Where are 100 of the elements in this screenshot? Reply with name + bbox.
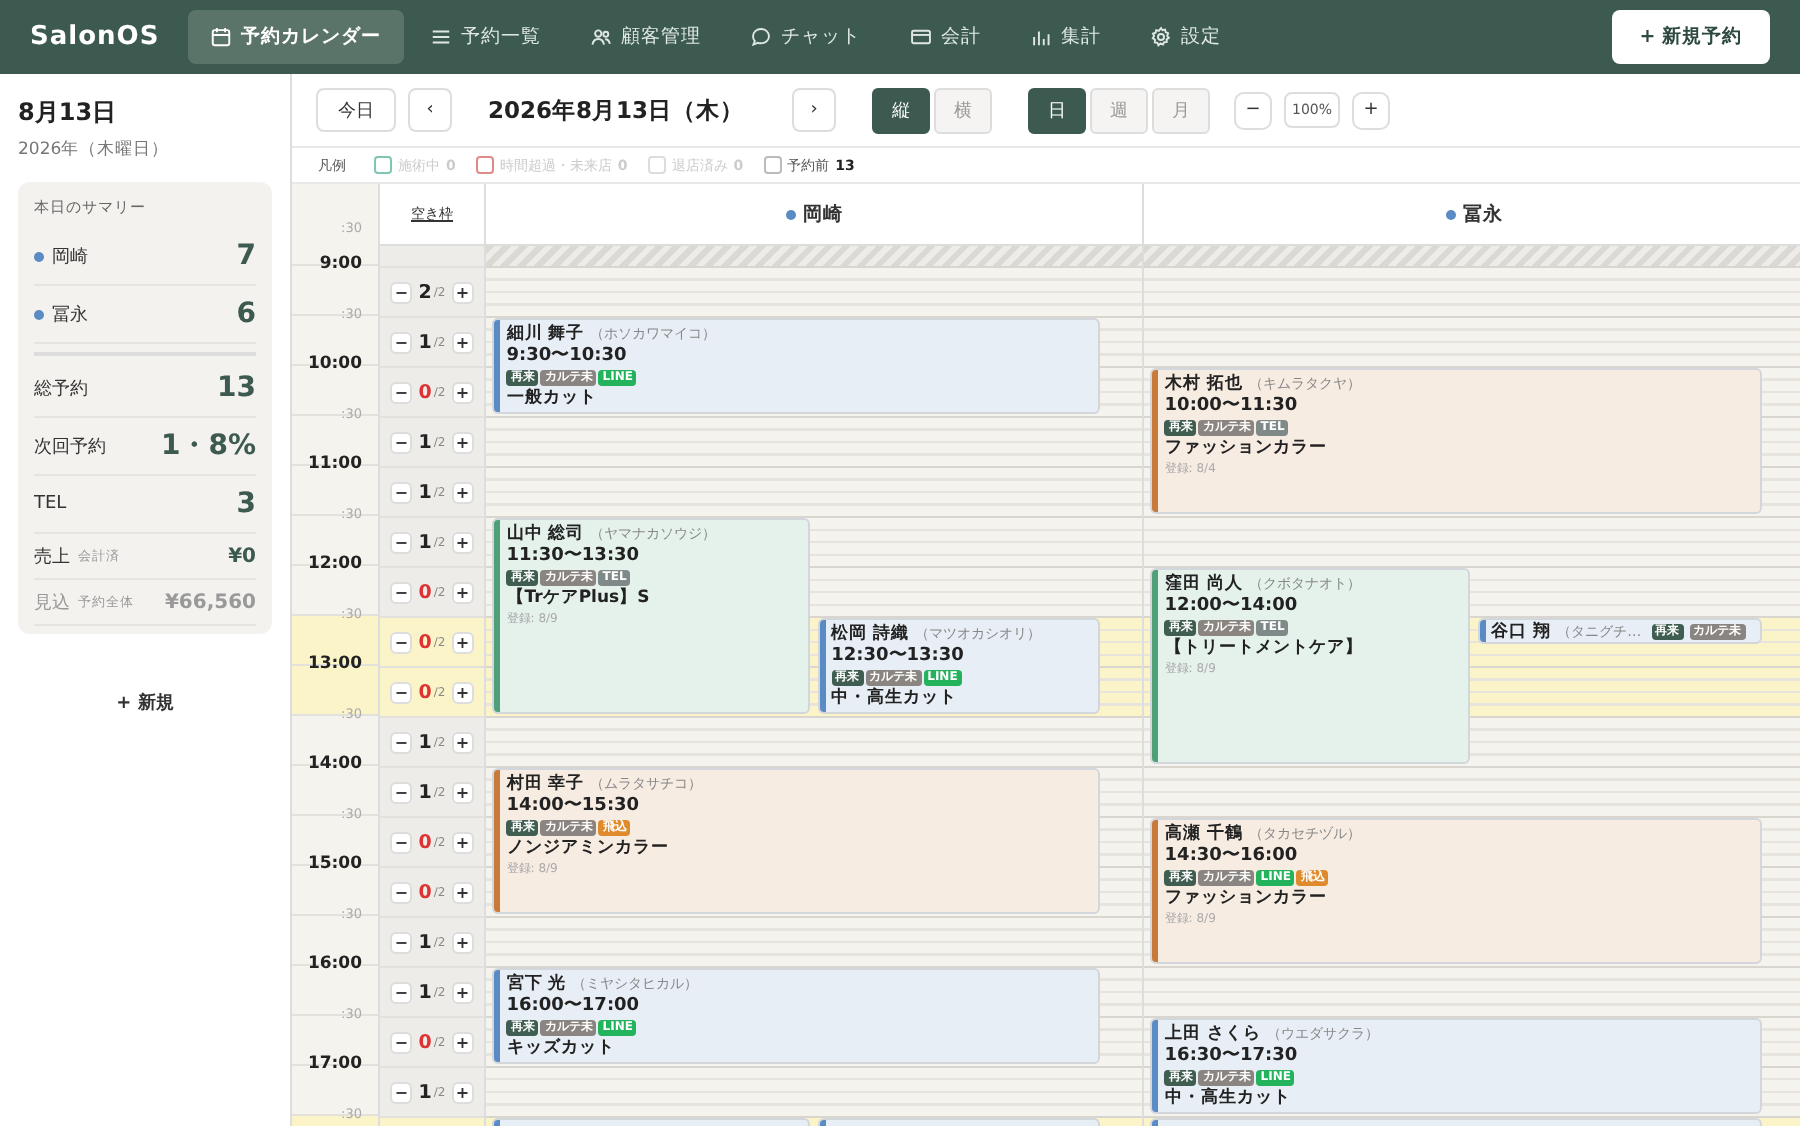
nav-tab[interactable]: 予約カレンダー xyxy=(187,10,404,64)
customer-name: 細川 舞子 xyxy=(506,324,585,344)
card-icon xyxy=(909,26,932,48)
stat-value: 13 xyxy=(217,372,256,404)
increase-button[interactable]: + xyxy=(451,731,474,753)
vacancy-count: 0 xyxy=(418,831,432,853)
increase-button[interactable]: + xyxy=(451,281,474,303)
service-menu: 中・高生カット xyxy=(1164,1088,1752,1108)
vacancy-count: 1 xyxy=(418,781,432,803)
appointment-time: 12:30〜13:30 xyxy=(831,646,966,668)
decrease-button[interactable]: − xyxy=(390,481,413,503)
bar-chart-icon xyxy=(1029,26,1052,48)
increase-button[interactable]: + xyxy=(451,331,474,353)
vacancy-count: 0 xyxy=(418,581,432,603)
vacancy-count: 0 xyxy=(418,631,432,653)
vacancy-count: 0 xyxy=(418,381,432,403)
appointment-time: 14:00〜15:30 xyxy=(506,796,642,818)
decrease-button[interactable]: − xyxy=(390,731,413,753)
next-day-button[interactable]: › xyxy=(792,88,837,132)
view-range-tab[interactable]: 日 xyxy=(1028,87,1087,133)
increase-button[interactable]: + xyxy=(451,931,474,953)
increase-button[interactable]: + xyxy=(451,431,474,453)
increase-button[interactable]: + xyxy=(451,631,474,653)
sales-amount: ¥0 xyxy=(228,545,256,567)
people-icon xyxy=(589,26,612,48)
increase-button[interactable]: + xyxy=(451,381,474,403)
staff-count: 6 xyxy=(236,298,256,330)
decrease-button[interactable]: − xyxy=(390,1081,413,1103)
customer-name: 松岡 詩織 xyxy=(831,624,910,644)
time-label: 11:00 xyxy=(307,454,364,478)
increase-button[interactable]: + xyxy=(451,481,474,503)
vacancy-count: 1 xyxy=(418,531,432,553)
selected-date: 8月13日 xyxy=(18,96,119,130)
nav-tab[interactable]: 顧客管理 xyxy=(567,10,724,64)
previous-day-button[interactable]: ‹ xyxy=(408,88,452,132)
appointment-time: 9:30〜10:30 xyxy=(506,346,629,368)
vacancy-count: 1 xyxy=(418,981,432,1003)
increase-button[interactable]: + xyxy=(451,681,474,703)
customer-name: 山中 総司 xyxy=(506,524,585,544)
service-menu: 一般カット xyxy=(506,388,1090,408)
decrease-button[interactable]: − xyxy=(390,331,413,353)
time-label: 10:00 xyxy=(307,354,364,378)
service-menu: 【TrケアPlus】S xyxy=(506,588,801,608)
appointment-time: 10:00〜11:30 xyxy=(1164,396,1300,418)
decrease-button[interactable]: − xyxy=(390,781,413,803)
orientation-toggle[interactable]: 縦 xyxy=(872,87,931,133)
decrease-button[interactable]: − xyxy=(390,631,413,653)
decrease-button[interactable]: − xyxy=(390,931,413,953)
increase-button[interactable]: + xyxy=(451,981,474,1003)
increase-button[interactable]: + xyxy=(451,881,474,903)
decrease-button[interactable]: − xyxy=(390,1031,413,1053)
decrease-button[interactable]: − xyxy=(390,281,413,303)
zoom-out-button[interactable]: − xyxy=(1234,91,1273,129)
increase-button[interactable]: + xyxy=(451,781,474,803)
nav-tab[interactable]: 会計 xyxy=(887,10,1004,64)
appointment-time: 11:30〜13:30 xyxy=(506,546,642,568)
vacancy-count: 0 xyxy=(418,1031,432,1053)
staff-name: 冨永 xyxy=(52,303,88,327)
increase-button[interactable]: + xyxy=(451,1081,474,1103)
nav-tab[interactable]: 設定 xyxy=(1127,10,1244,64)
increase-button[interactable]: + xyxy=(451,831,474,853)
today-button[interactable]: 今日 xyxy=(316,88,396,132)
zoom-in-button[interactable]: + xyxy=(1352,91,1391,129)
customer-name: 窪田 尚人 xyxy=(1164,574,1243,594)
nav-tab[interactable]: チャット xyxy=(727,10,884,64)
nav-tab[interactable]: 集計 xyxy=(1007,10,1124,64)
vacancy-count: 1 xyxy=(418,481,432,503)
decrease-button[interactable]: − xyxy=(390,581,413,603)
vacancy-count: 2 xyxy=(418,281,432,303)
current-date: 2026年8月13日（木） xyxy=(488,95,745,125)
appointment-time: 12:00〜14:00 xyxy=(1164,596,1300,618)
increase-button[interactable]: + xyxy=(451,581,474,603)
decrease-button[interactable]: − xyxy=(390,431,413,453)
service-menu: ファッションカラー xyxy=(1164,888,1752,908)
customer-name: 谷口 翔 xyxy=(1491,621,1552,641)
stat-label: 総予約 xyxy=(34,377,88,401)
customer-name: 高瀬 千鶴 xyxy=(1164,824,1243,844)
new-reservation-button[interactable]: + 新規予約 xyxy=(1611,10,1770,64)
decrease-button[interactable]: − xyxy=(390,831,413,853)
decrease-button[interactable]: − xyxy=(390,881,413,903)
decrease-button[interactable]: − xyxy=(390,981,413,1003)
time-label: 17:00 xyxy=(307,1054,364,1078)
increase-button[interactable]: + xyxy=(451,531,474,553)
vacancy-count: 0 xyxy=(418,681,432,703)
increase-button[interactable]: + xyxy=(451,1031,474,1053)
sales-amount: ¥66,560 xyxy=(164,591,256,613)
nav-tab[interactable]: 予約一覧 xyxy=(407,10,564,64)
calendar-icon xyxy=(209,26,232,48)
time-label: 13:00 xyxy=(307,654,364,678)
service-menu: 【トリートメントケア】 xyxy=(1164,638,1461,658)
stat-label: 次回予約 xyxy=(34,435,106,459)
new-link[interactable]: + 新規 xyxy=(116,690,174,716)
appointment-time: 14:30〜16:00 xyxy=(1164,846,1300,868)
decrease-button[interactable]: − xyxy=(390,381,413,403)
vacancy-count: 1 xyxy=(418,931,432,953)
appointment-time: 16:30〜17:30 xyxy=(1164,1046,1300,1068)
appointment-time: 16:00〜17:00 xyxy=(506,996,642,1018)
vacancy-count: 1 xyxy=(418,331,432,353)
decrease-button[interactable]: − xyxy=(390,681,413,703)
decrease-button[interactable]: − xyxy=(390,531,413,553)
